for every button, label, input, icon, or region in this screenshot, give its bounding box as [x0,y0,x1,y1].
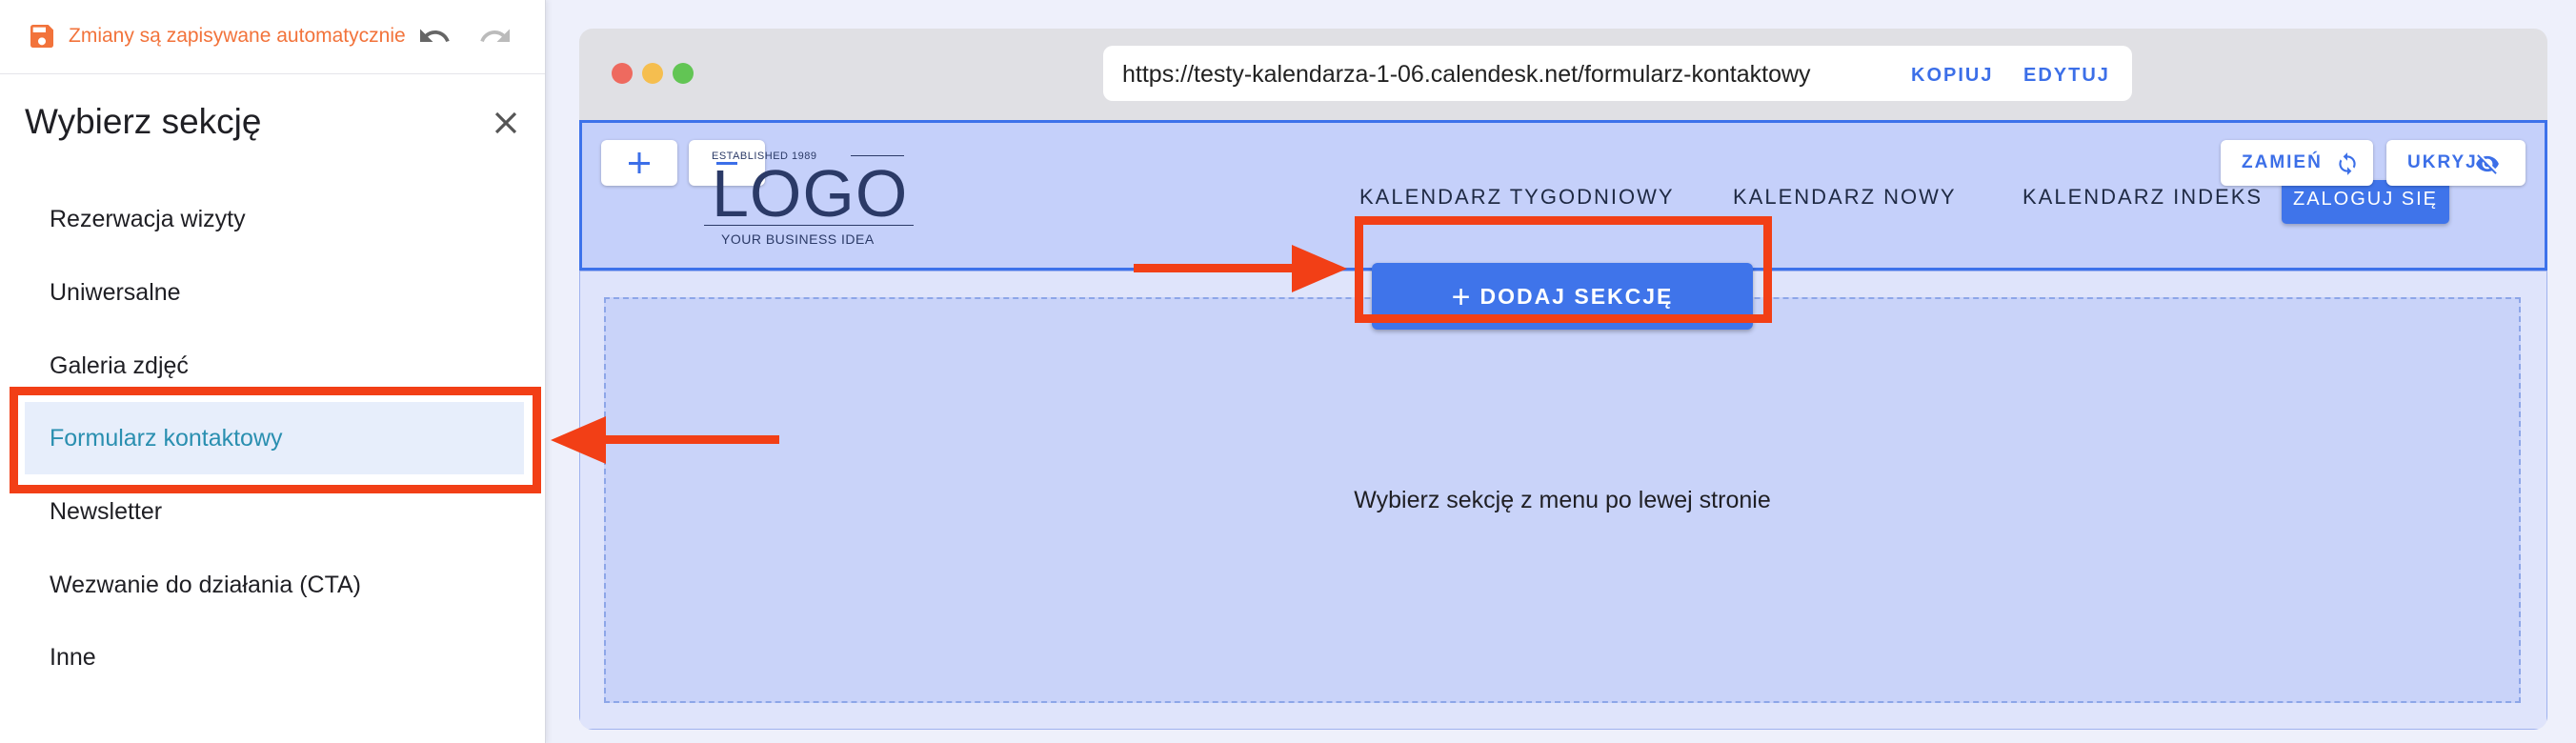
close-icon[interactable] [488,105,524,141]
site-header[interactable]: ESTABLISHED 1989 LOGO YOUR BUSINESS IDEA… [579,120,2547,271]
add-section-button[interactable]: + DODAJ SEKCJĘ [1372,263,1753,330]
section-item-universal[interactable]: Uniwersalne [25,256,524,329]
plus-icon [629,152,650,173]
browser-preview: https://testy-kalendarza-1-06.calendesk.… [579,29,2547,730]
empty-section-placeholder: Wybierz sekcję z menu po lewej stronie [604,297,2521,703]
zoom-in-button[interactable] [601,140,677,186]
add-section-label: DODAJ SEKCJĘ [1479,284,1674,309]
logo-divider-bottom [704,225,914,226]
window-minimize-dot [642,63,663,84]
edit-url-button[interactable]: EDYTUJ [2023,64,2110,87]
nav-item-weekly-calendar[interactable]: KALENDARZ TYGODNIOWY [1359,184,1675,211]
placeholder-text: Wybierz sekcję z menu po lewej stronie [1354,487,1771,513]
hide-label: UKRYJ [2407,152,2478,172]
copy-url-button[interactable]: KOPIUJ [1911,64,1993,87]
panel-title: Wybierz sekcję [25,102,262,141]
editor-topbar: Zmiany są zapisywane automatycznie [0,0,545,74]
logo-tagline: YOUR BUSINESS IDEA [721,231,875,247]
login-button[interactable]: ZALOGUJ SIĘ [2282,180,2449,224]
redo-icon[interactable] [476,19,514,53]
section-item-contact-form[interactable]: Formularz kontaktowy [25,402,524,474]
url-text: https://testy-kalendarza-1-06.calendesk.… [1122,61,1811,88]
sync-icon [2339,152,2356,175]
undo-icon[interactable] [415,19,453,53]
section-item-newsletter[interactable]: Newsletter [25,475,524,548]
plus-icon: + [1451,279,1473,315]
section-picker-panel: Zmiany są zapisywane automatycznie Wybie… [0,0,546,743]
autosave-status: Zmiany są zapisywane automatycznie [69,25,406,47]
section-item-other[interactable]: Inne [25,621,524,693]
hide-section-button[interactable]: UKRYJ [2386,140,2526,186]
window-maximize-dot [673,63,694,84]
logo-text: LOGO [712,156,909,231]
eye-off-icon [2476,154,2499,174]
nav-item-new-calendar[interactable]: KALENDARZ NOWY [1733,184,1957,211]
replace-section-button[interactable]: ZAMIEŃ [2221,140,2373,186]
save-icon [30,25,53,48]
window-close-dot [612,63,633,84]
nav-item-index-calendar[interactable]: KALENDARZ INDEKS [2023,184,2263,211]
section-item-cta[interactable]: Wezwanie do działania (CTA) [25,549,524,621]
section-item-reservation[interactable]: Rezerwacja wizyty [25,183,524,255]
site-canvas: ESTABLISHED 1989 LOGO YOUR BUSINESS IDEA… [579,120,2547,730]
url-bar: https://testy-kalendarza-1-06.calendesk.… [1103,46,2132,101]
section-item-gallery[interactable]: Galeria zdjęć [25,330,524,402]
replace-label: ZAMIEŃ [2242,152,2323,172]
